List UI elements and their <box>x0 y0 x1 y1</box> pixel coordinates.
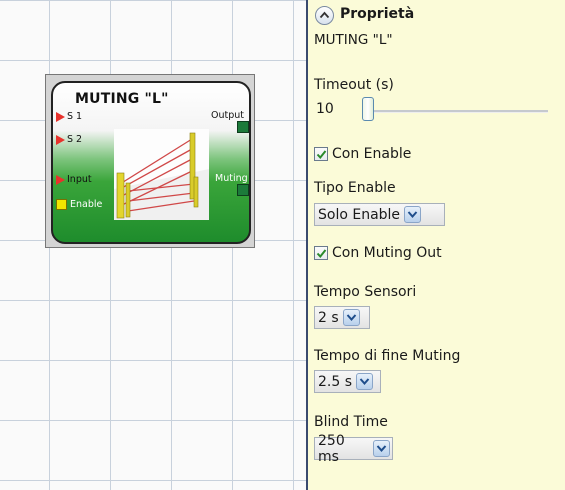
input-arrow-icon <box>56 174 65 185</box>
timeout-label: Timeout (s) <box>314 77 394 93</box>
collapse-panel-button[interactable] <box>315 6 334 25</box>
input-port-s1[interactable]: S 1 <box>56 111 82 122</box>
muting-l-block[interactable]: MUTING "L" S 1 S 2 Input Enable Output M… <box>51 81 251 244</box>
tempo-sensori-label: Tempo Sensori <box>314 284 417 300</box>
con-enable-label: Con Enable <box>332 146 412 162</box>
chevron-down-icon <box>377 445 387 453</box>
input-port-label: Input <box>67 174 92 185</box>
dropdown-button[interactable] <box>404 206 422 223</box>
chevron-down-icon <box>407 211 418 219</box>
output-port-output[interactable] <box>237 121 249 133</box>
tempo-fine-muting-value: 2.5 s <box>318 373 353 390</box>
input-arrow-icon <box>56 111 65 122</box>
dropdown-button[interactable] <box>373 440 390 457</box>
tipo-enable-label: Tipo Enable <box>314 180 396 196</box>
tipo-enable-dropdown[interactable]: Solo Enable <box>314 203 445 226</box>
tempo-fine-muting-label: Tempo di fine Muting <box>314 348 461 364</box>
checkbox-box[interactable] <box>314 147 328 161</box>
dropdown-button[interactable] <box>342 309 360 326</box>
con-muting-out-checkbox[interactable]: Con Muting Out <box>314 245 442 261</box>
blind-time-label: Blind Time <box>314 414 388 430</box>
output-port-label: Muting <box>215 173 248 184</box>
blind-time-value: 250 ms <box>318 432 345 465</box>
input-port-label: S 2 <box>67 134 83 145</box>
tipo-enable-value: Solo Enable <box>318 206 401 223</box>
timeout-slider-track[interactable] <box>368 110 548 113</box>
checkbox-box[interactable] <box>314 246 328 260</box>
tempo-fine-muting-dropdown[interactable]: 2.5 s <box>314 370 381 393</box>
input-port-enable[interactable]: Enable <box>56 199 102 210</box>
properties-panel: Proprietà MUTING "L" Timeout (s) 10 Con … <box>308 0 565 490</box>
input-port-label: Enable <box>70 199 103 210</box>
chevron-down-icon <box>346 314 356 322</box>
block-title: MUTING "L" <box>75 91 169 107</box>
input-port-s2[interactable]: S 2 <box>56 134 82 145</box>
timeout-slider-thumb[interactable] <box>362 97 374 121</box>
light-curtain-icon <box>114 129 209 220</box>
panel-subtitle: MUTING "L" <box>314 32 393 48</box>
chevron-up-icon <box>319 11 330 19</box>
output-port-muting[interactable] <box>237 184 249 196</box>
tempo-sensori-dropdown[interactable]: 2 s <box>314 306 370 329</box>
con-muting-out-label: Con Muting Out <box>332 245 442 261</box>
panel-title: Proprietà <box>340 6 415 22</box>
muting-barrier-picture <box>114 129 209 220</box>
input-port-label: S 1 <box>67 111 83 122</box>
input-port-input[interactable]: Input <box>56 174 92 185</box>
dropdown-button[interactable] <box>356 373 374 390</box>
timeout-value: 10 <box>316 101 334 117</box>
enable-square-icon <box>56 199 67 210</box>
chevron-down-icon <box>359 378 370 386</box>
input-arrow-icon <box>56 134 65 145</box>
checkmark-icon <box>316 150 327 160</box>
blind-time-dropdown[interactable]: 250 ms <box>314 433 393 465</box>
tempo-sensori-value: 2 s <box>318 309 339 326</box>
con-enable-checkbox[interactable]: Con Enable <box>314 146 411 162</box>
checkmark-icon <box>316 249 327 259</box>
output-port-label: Output <box>211 110 244 121</box>
